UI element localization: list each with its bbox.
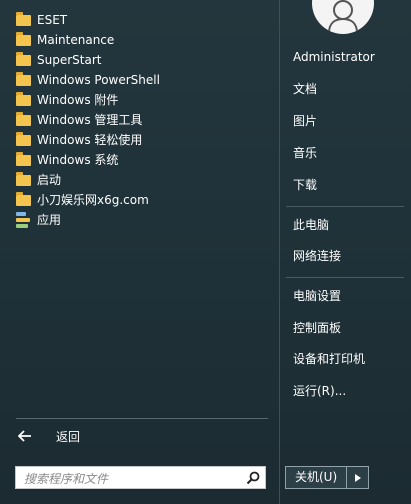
power-options-button[interactable] (347, 466, 370, 489)
program-label: ESET (37, 13, 68, 27)
program-label: SuperStart (37, 53, 102, 67)
program-label: Windows PowerShell (37, 73, 160, 87)
program-item-x6g[interactable]: 小刀娱乐网x6g.com (16, 190, 266, 210)
program-item-superstart[interactable]: SuperStart (16, 50, 266, 70)
user-name[interactable]: Administrator (293, 50, 375, 64)
search-input[interactable] (22, 469, 236, 488)
program-label: Windows 附件 (37, 93, 119, 107)
folder-icon (16, 91, 31, 106)
program-item-accessories[interactable]: Windows 附件 (16, 90, 266, 110)
divider (16, 418, 268, 419)
program-label: 小刀娱乐网x6g.com (37, 193, 149, 207)
apps-icon (16, 212, 30, 228)
folder-icon (16, 111, 31, 126)
folder-icon (16, 171, 31, 186)
folder-icon (16, 131, 31, 146)
avatar[interactable] (312, 0, 374, 34)
program-label: Windows 管理工具 (37, 113, 143, 127)
back-button[interactable]: 返回 (18, 426, 80, 446)
program-item-windows-system[interactable]: Windows 系统 (16, 150, 266, 170)
divider (286, 277, 404, 278)
back-label: 返回 (56, 429, 81, 444)
program-item-maintenance[interactable]: Maintenance (16, 30, 266, 50)
program-label: Maintenance (37, 33, 115, 47)
power-group: 关机(U) (285, 466, 370, 489)
programs-pane: ESET Maintenance SuperStart Windows Powe… (0, 0, 277, 504)
link-this-pc[interactable]: 此电脑 (293, 216, 329, 234)
link-downloads[interactable]: 下载 (293, 176, 317, 194)
folder-icon (16, 11, 31, 26)
link-network-connections[interactable]: 网络连接 (293, 247, 341, 265)
search-box[interactable] (15, 466, 266, 489)
program-label: Windows 系统 (37, 153, 119, 167)
program-item-powershell[interactable]: Windows PowerShell (16, 70, 266, 90)
program-item-apps[interactable]: 应用 (16, 210, 266, 230)
link-control-panel[interactable]: 控制面板 (293, 319, 341, 337)
program-item-admin-tools[interactable]: Windows 管理工具 (16, 110, 266, 130)
link-pc-settings[interactable]: 电脑设置 (293, 287, 341, 305)
folder-icon (16, 51, 31, 66)
folder-icon (16, 71, 31, 86)
program-item-startup[interactable]: 启动 (16, 170, 266, 190)
link-devices-printers[interactable]: 设备和打印机 (293, 350, 365, 368)
link-run[interactable]: 运行(R)... (293, 382, 346, 400)
search-icon[interactable] (246, 471, 260, 485)
folder-icon (16, 191, 31, 206)
shutdown-button[interactable]: 关机(U) (285, 466, 348, 489)
link-pictures[interactable]: 图片 (293, 112, 317, 130)
arrow-left-icon (18, 429, 32, 443)
places-pane: Administrator 文档 图片 音乐 下载 此电脑 网络连接 电脑设置 … (279, 0, 411, 504)
program-label: 应用 (37, 213, 62, 227)
program-item-ease-of-access[interactable]: Windows 轻松使用 (16, 130, 266, 150)
user-icon (328, 0, 358, 34)
program-list: ESET Maintenance SuperStart Windows Powe… (16, 10, 266, 230)
divider (286, 206, 404, 207)
program-item-eset[interactable]: ESET (16, 10, 266, 30)
folder-icon (16, 31, 31, 46)
program-label: Windows 轻松使用 (37, 133, 143, 147)
chevron-right-icon (354, 473, 361, 482)
link-music[interactable]: 音乐 (293, 144, 317, 162)
program-label: 启动 (37, 173, 62, 187)
link-documents[interactable]: 文档 (293, 80, 317, 98)
folder-icon (16, 151, 31, 166)
